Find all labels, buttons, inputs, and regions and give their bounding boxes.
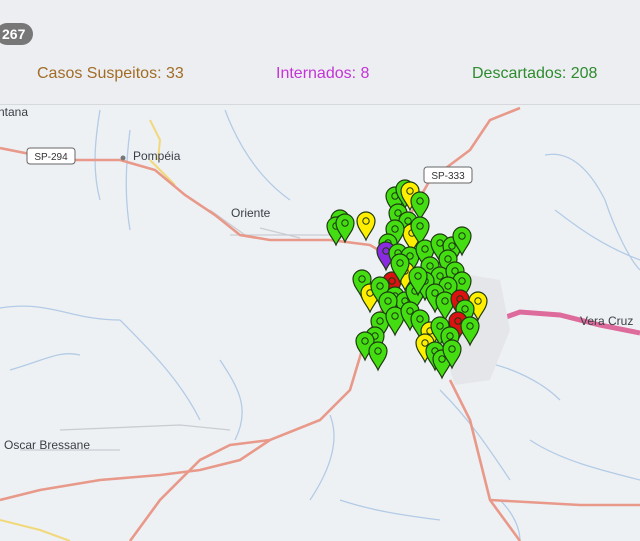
place-label-pompeia: Pompéia xyxy=(133,149,181,163)
hospitalized-count: Internados: 8 xyxy=(276,65,370,82)
suspected-cases-count: Casos Suspeitos: 33 xyxy=(37,65,184,82)
place-label-ntana: ntana xyxy=(0,105,28,119)
svg-text:SP-294: SP-294 xyxy=(34,152,68,163)
svg-text:SP-333: SP-333 xyxy=(431,171,465,182)
road-shield-sp333: SP-333 xyxy=(423,166,473,184)
discarded-count: Descartados: 208 xyxy=(472,65,598,82)
place-label-oriente: Oriente xyxy=(231,206,271,220)
total-cases-badge: 267 xyxy=(0,23,34,45)
stats-header: 267 Casos Suspeitos: 33 Internados: 8 De… xyxy=(0,0,640,105)
place-label-vera-cruz: Vera Cruz xyxy=(580,314,633,328)
place-dot-pompeia xyxy=(120,155,126,161)
place-label-oscar-bressane: Oscar Bressane xyxy=(4,438,90,452)
road-shield-sp294: SP-294 xyxy=(26,147,76,165)
